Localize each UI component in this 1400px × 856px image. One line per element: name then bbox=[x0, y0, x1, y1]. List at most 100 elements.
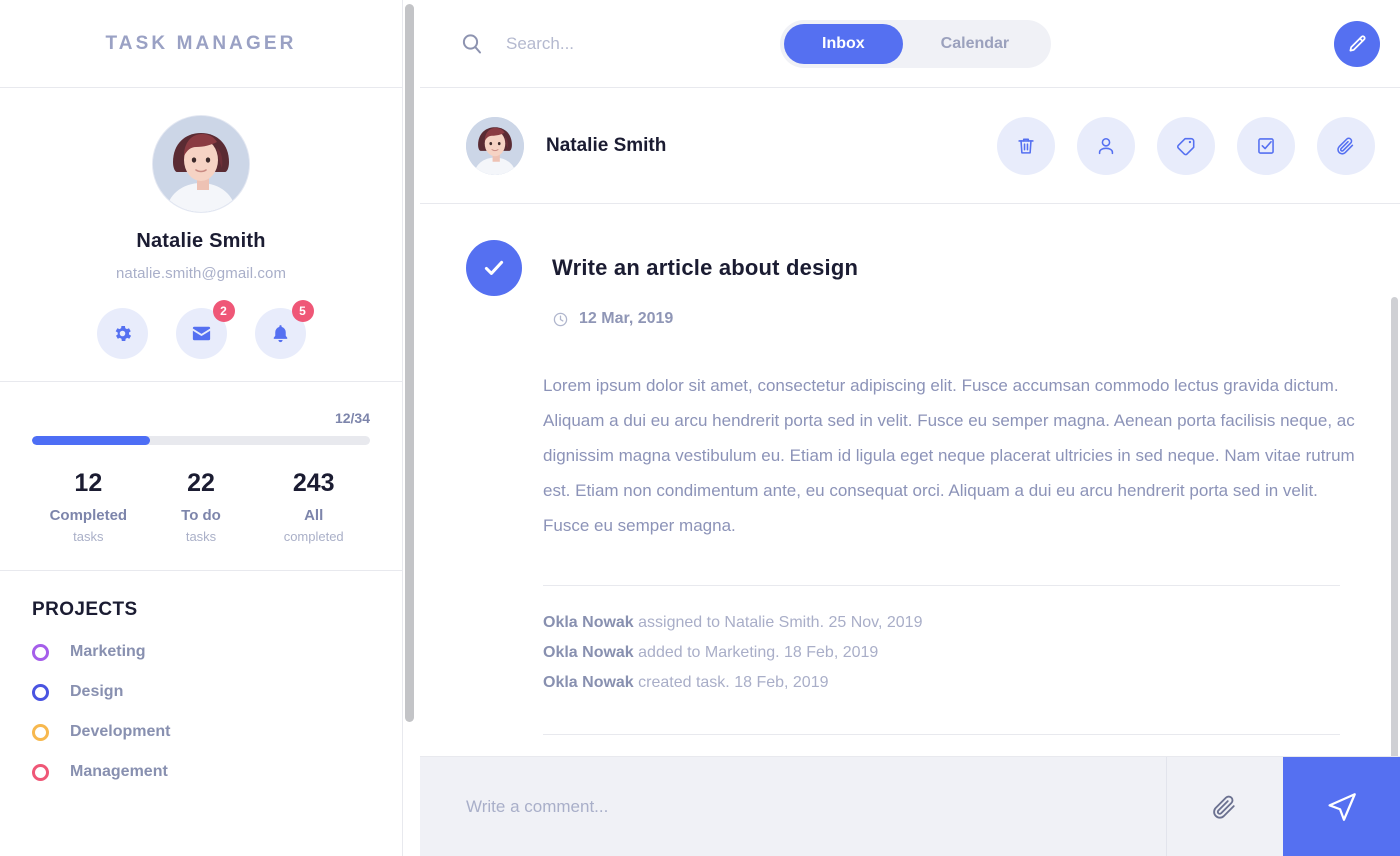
progress-bar bbox=[32, 436, 370, 445]
stat-label: Completed bbox=[49, 507, 128, 524]
list-item: Okla Nowak created task. 18 Feb, 2019 bbox=[543, 674, 1370, 692]
stats-section: 12/34 12 Completed tasks 22 To do tasks … bbox=[0, 382, 402, 571]
stat-label: All bbox=[304, 507, 324, 524]
project-dot-icon bbox=[32, 683, 49, 701]
project-dot-icon bbox=[32, 763, 49, 781]
bell-icon bbox=[273, 325, 287, 343]
search-area bbox=[460, 32, 780, 56]
stat-number: 22 bbox=[187, 469, 215, 497]
tab-calendar[interactable]: Calendar bbox=[903, 24, 1047, 64]
stat-sublabel: tasks bbox=[185, 529, 217, 544]
check-icon bbox=[484, 260, 504, 275]
trash-icon bbox=[1018, 137, 1034, 154]
task-date: 12 Mar, 2019 bbox=[579, 310, 674, 327]
comment-input[interactable] bbox=[420, 757, 1166, 856]
list-item: Okla Nowak added to Marketing. 18 Feb, 2… bbox=[543, 644, 1370, 662]
divider bbox=[543, 734, 1340, 735]
assignee-avatar bbox=[466, 116, 524, 175]
sidebar-item-management[interactable]: Management bbox=[32, 763, 370, 781]
messages-badge: 2 bbox=[212, 300, 235, 322]
assignee-name: Natalie Smith bbox=[546, 134, 667, 156]
task-body-scroll: Write an article about design 12 Mar, 20… bbox=[420, 204, 1400, 756]
send-icon bbox=[1327, 792, 1356, 821]
comment-bar bbox=[420, 756, 1400, 856]
paperclip-icon bbox=[1213, 795, 1235, 819]
stat-todo: 22 To do tasks bbox=[145, 469, 258, 544]
delete-button[interactable] bbox=[997, 116, 1055, 175]
stat-all: 243 All completed bbox=[257, 469, 370, 544]
comment-attach-button[interactable] bbox=[1166, 757, 1283, 856]
sidebar-item-design[interactable]: Design bbox=[32, 683, 370, 701]
project-label: Marketing bbox=[70, 643, 146, 660]
paperclip-icon bbox=[1337, 137, 1354, 155]
project-dot-icon bbox=[32, 723, 49, 741]
sidebar-item-development[interactable]: Development bbox=[32, 723, 370, 741]
stat-completed: 12 Completed tasks bbox=[32, 469, 145, 544]
notifications-button[interactable]: 5 bbox=[254, 300, 314, 359]
sidebar-item-marketing[interactable]: Marketing bbox=[32, 643, 370, 661]
app-root: TASK MANAGER Natalie Smith natalie.smith… bbox=[0, 0, 1400, 856]
app-title: TASK MANAGER bbox=[105, 32, 297, 54]
pencil-icon bbox=[1349, 34, 1366, 51]
projects-title: PROJECTS bbox=[32, 599, 138, 620]
activity-log: Okla Nowak assigned to Natalie Smith. 25… bbox=[543, 614, 1370, 692]
stat-label: To do bbox=[181, 507, 221, 524]
stat-number: 243 bbox=[292, 469, 335, 497]
sidebar: TASK MANAGER Natalie Smith natalie.smith… bbox=[0, 0, 403, 856]
projects-section: PROJECTS Marketing Design Development Ma… bbox=[0, 571, 402, 781]
activity-text: created task. 18 Feb, 2019 bbox=[633, 674, 829, 691]
notifications-badge: 5 bbox=[291, 300, 314, 322]
task-toolbar bbox=[997, 116, 1375, 175]
top-bar: Inbox Calendar bbox=[420, 0, 1400, 88]
task-detail: Write an article about design 12 Mar, 20… bbox=[420, 204, 1400, 735]
progress-label: 12/34 bbox=[334, 410, 370, 426]
main-scrollbar[interactable] bbox=[1391, 297, 1398, 756]
attachment-button[interactable] bbox=[1317, 116, 1375, 175]
stat-number: 12 bbox=[74, 469, 103, 497]
check-square-icon bbox=[1258, 137, 1274, 154]
activity-text: added to Marketing. 18 Feb, 2019 bbox=[633, 644, 879, 661]
avatar bbox=[153, 116, 249, 212]
messages-button[interactable]: 2 bbox=[175, 300, 235, 359]
task-title: Write an article about design bbox=[552, 255, 859, 280]
avatar-illustration bbox=[153, 116, 249, 212]
quick-actions: 2 5 bbox=[96, 300, 314, 359]
task-description: Lorem ipsum dolor sit amet, consectetur … bbox=[543, 376, 1355, 535]
task-header: Natalie Smith bbox=[420, 88, 1400, 204]
project-label: Development bbox=[70, 723, 171, 740]
search-input[interactable] bbox=[506, 33, 746, 54]
gear-icon bbox=[115, 325, 131, 342]
activity-text: assigned to Natalie Smith. 25 Nov, 2019 bbox=[633, 614, 923, 631]
task-complete-toggle[interactable] bbox=[466, 240, 522, 296]
search-icon[interactable] bbox=[460, 32, 484, 56]
stat-grid: 12 Completed tasks 22 To do tasks 243 Al… bbox=[32, 469, 370, 544]
list-item: Okla Nowak assigned to Natalie Smith. 25… bbox=[543, 614, 1370, 632]
assign-button[interactable] bbox=[1077, 116, 1135, 175]
divider bbox=[543, 585, 1340, 586]
progress-fill bbox=[32, 436, 151, 445]
compose-button[interactable] bbox=[1334, 20, 1380, 67]
view-tabs: Inbox Calendar bbox=[780, 19, 1052, 68]
stat-sublabel: tasks bbox=[73, 529, 104, 544]
main-panel: Inbox Calendar bbox=[420, 0, 1400, 856]
activity-actor: Okla Nowak bbox=[543, 674, 634, 691]
avatar-illustration bbox=[466, 116, 524, 175]
brand-header: TASK MANAGER bbox=[0, 0, 402, 88]
tag-button[interactable] bbox=[1157, 116, 1215, 175]
sidebar-scrollbar[interactable] bbox=[405, 4, 414, 722]
send-button[interactable] bbox=[1283, 757, 1400, 856]
task-date-row: 12 Mar, 2019 bbox=[552, 310, 1370, 328]
stat-sublabel: completed bbox=[283, 529, 344, 544]
profile-card: Natalie Smith natalie.smith@gmail.com 2 bbox=[0, 88, 402, 382]
activity-actor: Okla Nowak bbox=[543, 644, 634, 661]
clock-icon bbox=[553, 312, 568, 326]
project-label: Management bbox=[70, 763, 168, 780]
settings-button[interactable] bbox=[96, 308, 148, 359]
complete-button[interactable] bbox=[1237, 116, 1295, 175]
mail-icon bbox=[192, 326, 210, 341]
profile-name: Natalie Smith bbox=[136, 230, 266, 252]
project-label: Design bbox=[70, 683, 124, 700]
tab-inbox[interactable]: Inbox bbox=[784, 23, 903, 64]
activity-actor: Okla Nowak bbox=[543, 614, 634, 631]
person-icon bbox=[1098, 137, 1114, 154]
